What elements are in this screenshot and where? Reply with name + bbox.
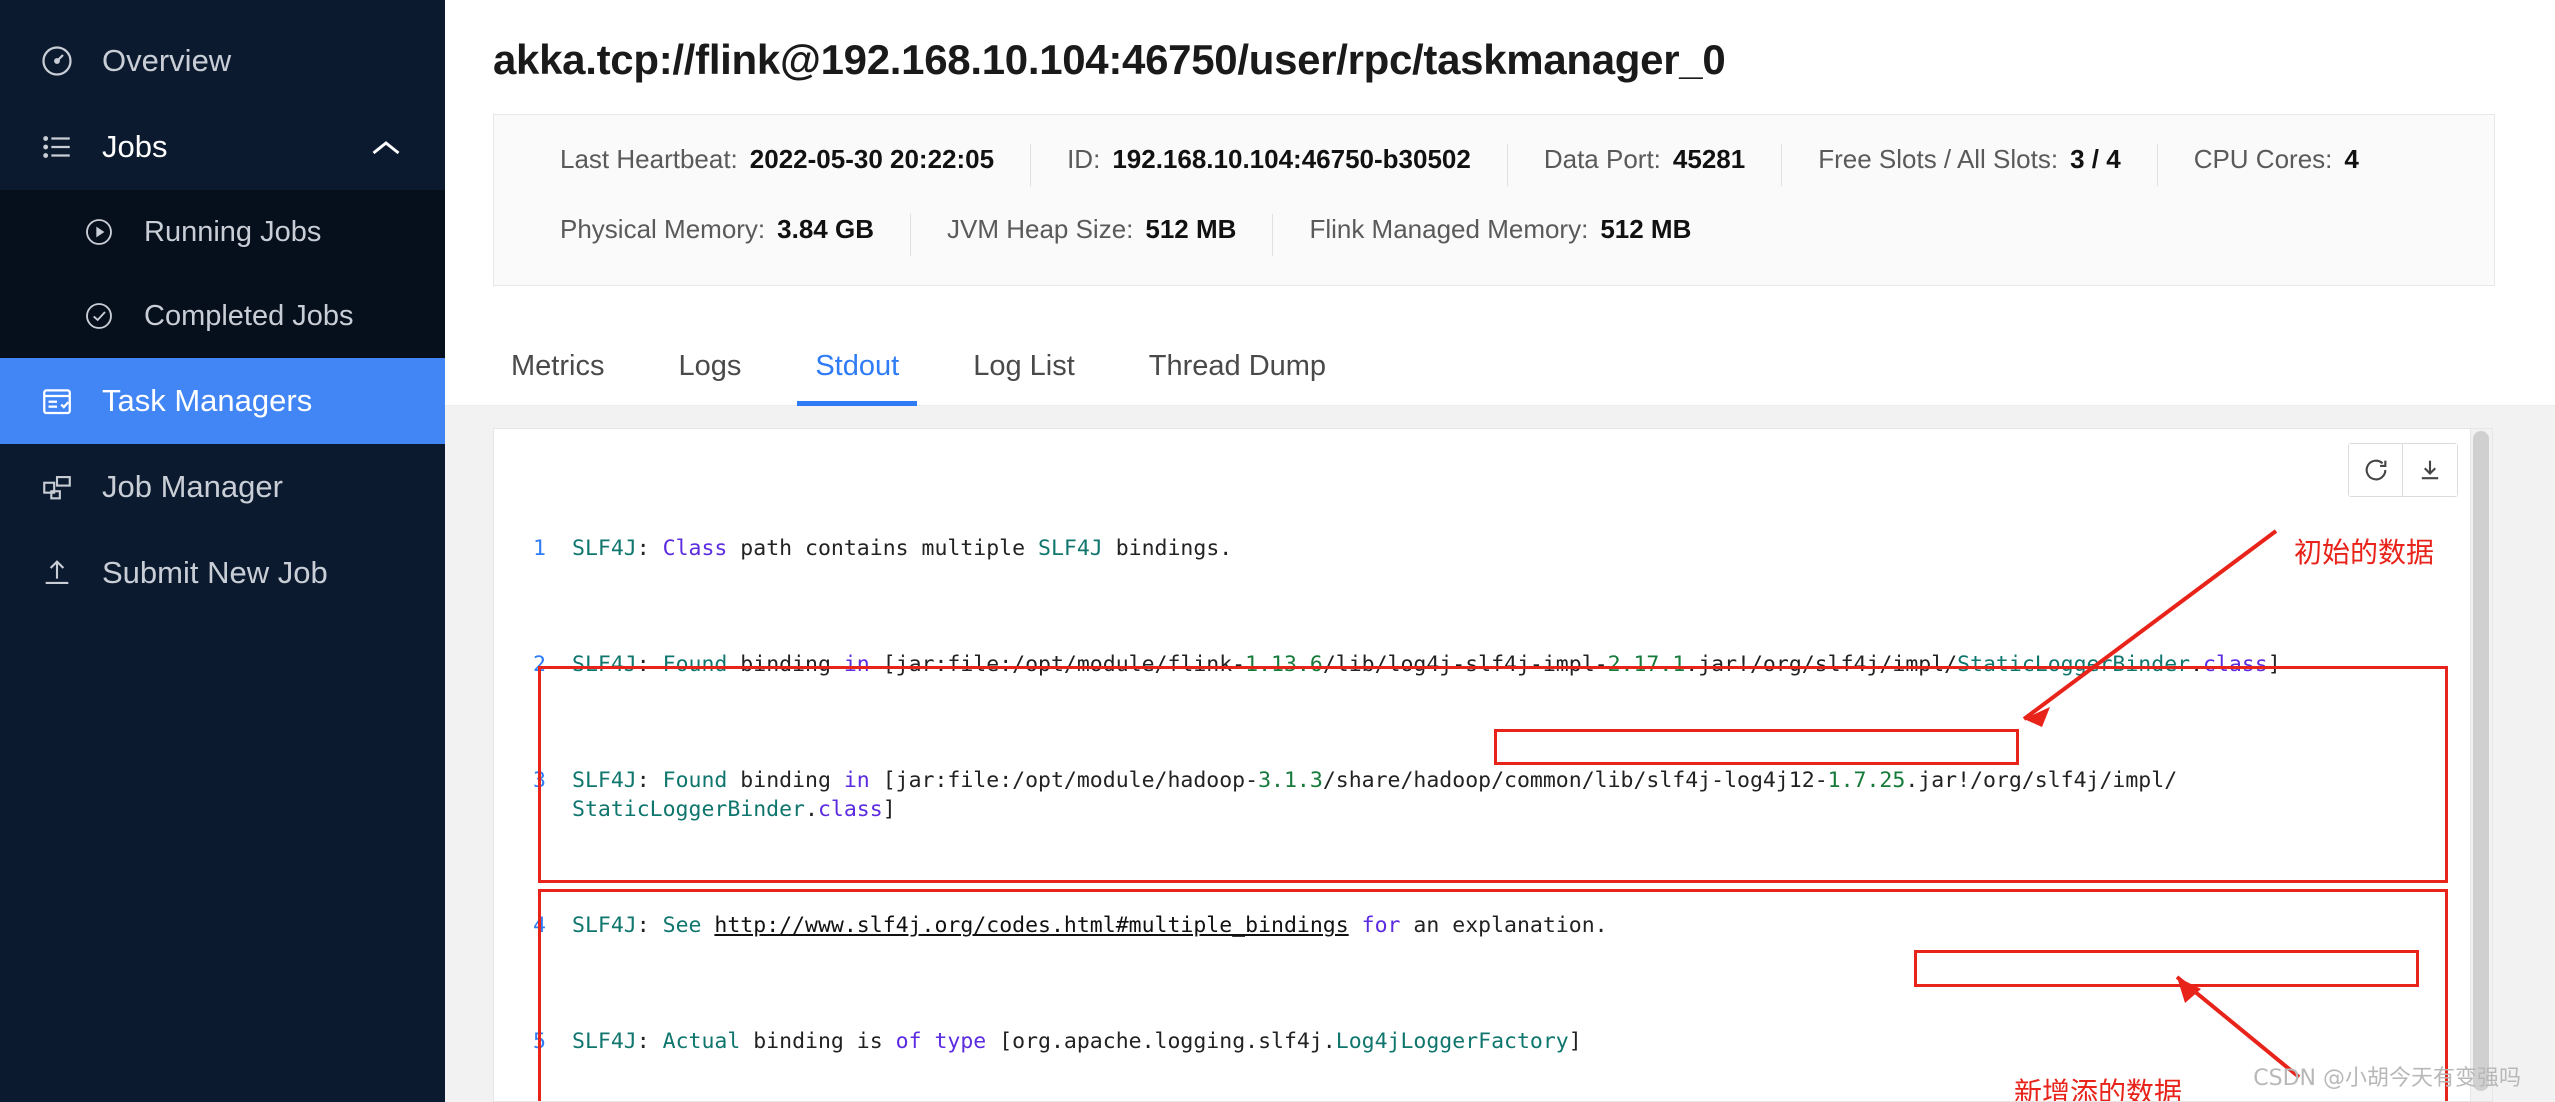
stat-value: 45281 <box>1672 144 1746 174</box>
log-scrollbar-thumb[interactable] <box>2473 431 2489 1091</box>
sidebar-item-label: Jobs <box>102 129 168 164</box>
check-circle-icon <box>78 295 120 337</box>
stdout-panel-area: 1 SLF4J: Class path contains multiple SL… <box>445 406 2555 1102</box>
blocks-icon <box>36 466 78 508</box>
log-line: 4 SLF4J: See http://www.slf4j.org/codes.… <box>494 911 2492 940</box>
line-content: SLF4J: Found binding in [jar:file:/opt/m… <box>572 768 2178 822</box>
log-line: 2 SLF4J: Found binding in [jar:file:/opt… <box>494 650 2492 679</box>
stat-key: ID: <box>1067 144 1101 174</box>
stat-value: 192.168.10.104:46750-b30502 <box>1112 144 1471 174</box>
stat-key: Free Slots / All Slots: <box>1818 144 2059 174</box>
chevron-up-icon[interactable] <box>371 129 401 165</box>
stat-flink-managed-memory: Flink Managed Memory: 512 MB <box>1273 214 1727 256</box>
new-data-annotation: 新增添的数据 <box>2014 1076 2183 1102</box>
sidebar-item-job-manager[interactable]: Job Manager <box>0 444 445 530</box>
stat-key: Data Port: <box>1543 144 1661 174</box>
tab-thread-dump[interactable]: Thread Dump <box>1131 350 1344 405</box>
stat-value: 3 / 4 <box>2070 144 2121 174</box>
sidebar-item-submit-new-job[interactable]: Submit New Job <box>0 530 445 616</box>
stat-value: 4 <box>2344 144 2359 174</box>
sidebar-item-running-jobs[interactable]: Running Jobs <box>0 190 445 274</box>
sidebar-item-label: Submit New Job <box>102 555 328 590</box>
stat-key: Flink Managed Memory: <box>1309 214 1589 244</box>
stat-value: 3.84 GB <box>777 214 874 244</box>
stat-key: Last Heartbeat: <box>560 144 738 174</box>
sidebar-item-label: Task Managers <box>102 383 313 418</box>
flink-dashboard: Overview Jobs Running Jobs Completed Job… <box>0 0 2555 1102</box>
stdout-code-viewer[interactable]: 1 SLF4J: Class path contains multiple SL… <box>494 429 2492 1101</box>
sidebar-item-overview[interactable]: Overview <box>0 18 445 104</box>
tab-log-list[interactable]: Log List <box>955 350 1093 405</box>
sidebar-item-label: Job Manager <box>102 469 283 504</box>
stat-last-heartbeat: Last Heartbeat: 2022-05-30 20:22:05 <box>524 144 1032 186</box>
log-action-group <box>2348 443 2458 497</box>
log-line: 3 SLF4J: Found binding in [jar:file:/opt… <box>494 766 2492 824</box>
line-number: 4 <box>533 913 546 938</box>
stat-id: ID: 192.168.10.104:46750-b30502 <box>1031 144 1508 186</box>
stat-data-port: Data Port: 45281 <box>1508 144 1783 186</box>
line-number: 1 <box>533 536 546 561</box>
line-content: SLF4J: See http://www.slf4j.org/codes.ht… <box>572 913 1608 938</box>
stat-cpu-cores: CPU Cores: 4 <box>2158 144 2395 186</box>
line-content: SLF4J: Found binding in [jar:file:/opt/m… <box>572 652 2281 677</box>
page-title: akka.tcp://flink@192.168.10.104:46750/us… <box>493 36 1726 83</box>
gauge-icon <box>36 40 78 82</box>
stats-row-2: Physical Memory: 3.84 GB JVM Heap Size: … <box>494 209 2494 261</box>
upload-icon <box>36 552 78 594</box>
line-content: SLF4J: Class path contains multiple SLF4… <box>572 536 1233 561</box>
tab-stdout[interactable]: Stdout <box>797 350 918 406</box>
line-number: 3 <box>533 768 546 793</box>
taskmanager-tabs: Metrics Logs Stdout Log List Thread Dump <box>445 324 2555 406</box>
main-content: akka.tcp://flink@192.168.10.104:46750/us… <box>445 0 2555 1102</box>
csdn-watermark: CSDN @小胡今天有变强吗 <box>2253 1066 2521 1091</box>
log-line: 1 SLF4J: Class path contains multiple SL… <box>494 534 2492 563</box>
play-circle-icon <box>78 211 120 253</box>
stat-free-slots: Free Slots / All Slots: 3 / 4 <box>1782 144 2158 186</box>
log-scrollbar-track[interactable] <box>2470 429 2492 1101</box>
stdout-log-panel: 1 SLF4J: Class path contains multiple SL… <box>493 428 2493 1102</box>
stat-value: 512 MB <box>1600 214 1692 244</box>
stat-value: 512 MB <box>1145 214 1237 244</box>
list-icon <box>36 126 78 168</box>
sidebar-item-completed-jobs[interactable]: Completed Jobs <box>0 274 445 358</box>
sidebar-jobs-submenu: Running Jobs Completed Jobs <box>0 190 445 358</box>
stat-key: CPU Cores: <box>2193 144 2333 174</box>
stat-key: JVM Heap Size: <box>946 214 1134 244</box>
sidebar-item-task-managers[interactable]: Task Managers <box>0 358 445 444</box>
stats-row-1: Last Heartbeat: 2022-05-30 20:22:05 ID: … <box>494 139 2494 191</box>
sidebar: Overview Jobs Running Jobs Completed Job… <box>0 0 445 1102</box>
stat-value: 2022-05-30 20:22:05 <box>749 144 995 174</box>
initial-data-annotation: 初始的数据 <box>2294 536 2435 569</box>
stat-physical-memory: Physical Memory: 3.84 GB <box>524 214 911 256</box>
sidebar-item-label: Running Jobs <box>144 215 322 248</box>
line-number: 5 <box>533 1029 546 1054</box>
stat-key: Physical Memory: <box>560 214 766 244</box>
download-button[interactable] <box>2403 444 2457 496</box>
log-line: 5 SLF4J: Actual binding is of type [org.… <box>494 1027 2492 1056</box>
tab-metrics[interactable]: Metrics <box>493 350 622 405</box>
sidebar-item-jobs[interactable]: Jobs <box>0 104 445 190</box>
sidebar-item-label: Overview <box>102 43 232 78</box>
tab-logs[interactable]: Logs <box>660 350 759 405</box>
task-list-icon <box>36 380 78 422</box>
stat-jvm-heap-size: JVM Heap Size: 512 MB <box>911 214 1274 256</box>
taskmanager-stats-card: Last Heartbeat: 2022-05-30 20:22:05 ID: … <box>493 114 2495 286</box>
line-number: 2 <box>533 652 546 677</box>
line-content: SLF4J: Actual binding is of type [org.ap… <box>572 1029 1582 1054</box>
sidebar-item-label: Completed Jobs <box>144 299 354 332</box>
refresh-button[interactable] <box>2349 444 2403 496</box>
